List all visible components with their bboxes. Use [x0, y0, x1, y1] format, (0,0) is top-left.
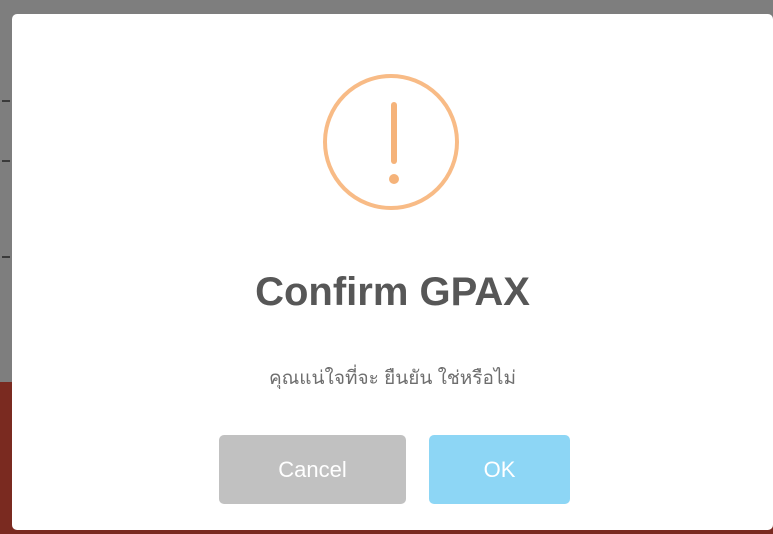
dialog-message: คุณแน่ใจที่จะ ยืนยัน ใช่หรือไม่ [268, 368, 517, 389]
warning-icon-bar [391, 102, 397, 164]
background-mark [2, 160, 10, 162]
dialog-title: Confirm GPAX [255, 270, 530, 314]
ok-button[interactable]: OK [429, 435, 570, 504]
warning-icon [323, 74, 459, 210]
warning-icon-dot [389, 174, 399, 184]
background-mark [2, 100, 10, 102]
confirm-dialog: Confirm GPAX คุณแน่ใจที่จะ ยืนยัน ใช่หรื… [12, 14, 773, 530]
cancel-button[interactable]: Cancel [219, 435, 406, 504]
background-mark [2, 256, 10, 258]
